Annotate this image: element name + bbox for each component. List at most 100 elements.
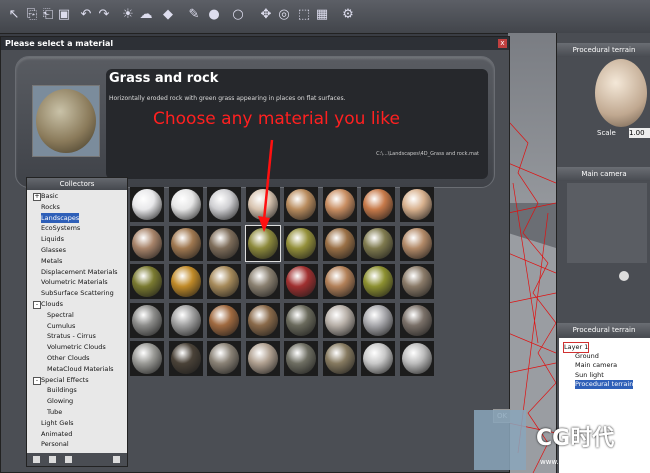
material-tile[interactable] — [168, 225, 203, 261]
collector-item[interactable]: Landscapes — [41, 212, 80, 223]
material-tile[interactable] — [361, 302, 395, 338]
paste-icon[interactable]: ⎗ — [40, 7, 56, 23]
material-tile[interactable] — [284, 264, 318, 299]
scene-tree-item[interactable]: Main camera — [575, 361, 617, 370]
color-icon[interactable]: ● — [206, 7, 222, 23]
collector-item[interactable]: Cumulus — [47, 321, 75, 331]
pan-icon[interactable]: ✥ — [258, 7, 274, 23]
collector-item[interactable]: Stratus - Cirrus — [47, 331, 96, 341]
material-tile[interactable] — [284, 187, 318, 222]
material-dialog: Please select a material x Grass and roc… — [0, 36, 511, 473]
material-tile[interactable] — [284, 302, 318, 338]
scene-tree-item[interactable]: Sun light — [575, 371, 604, 380]
collector-item[interactable]: Tube — [47, 407, 62, 417]
expander-icon[interactable]: - — [33, 301, 41, 309]
collector-item[interactable]: Metals — [41, 256, 62, 266]
collector-item[interactable]: EcoSystems — [41, 223, 80, 233]
collector-item[interactable]: Liquids — [41, 234, 64, 244]
zoom-icon[interactable]: ○ — [230, 7, 246, 23]
collector-item[interactable]: Displacement Materials — [41, 267, 118, 277]
material-tile[interactable] — [245, 341, 280, 376]
material-tile[interactable] — [130, 341, 164, 376]
collector-item[interactable]: Glowing — [47, 396, 73, 406]
material-tile[interactable] — [361, 341, 395, 376]
material-tile[interactable] — [399, 341, 434, 376]
collector-item[interactable]: Other Clouds — [47, 353, 89, 363]
material-tile[interactable] — [130, 302, 164, 338]
material-tile[interactable] — [399, 302, 434, 338]
material-tile[interactable] — [322, 341, 357, 376]
material-tile[interactable] — [284, 225, 318, 261]
collector-item[interactable]: Basic — [41, 191, 58, 201]
material-tile[interactable] — [244, 224, 281, 262]
collector-item[interactable]: Glasses — [41, 245, 66, 255]
main-toolbar: ↖ ⎘ ⎗ ▣ ↶ ↷ ☀ ☁ ◆ ✎ ● ○ ✥ ◎ ⬚ ▦ ⚙ — [0, 0, 650, 34]
collector-item[interactable]: Light Gels — [41, 418, 74, 428]
copy-icon[interactable]: ⎘ — [24, 7, 40, 23]
material-tile[interactable] — [168, 341, 203, 376]
object-icon[interactable]: ◆ — [160, 7, 176, 23]
collector-item[interactable]: Clouds — [41, 299, 63, 309]
material-tile[interactable] — [322, 264, 357, 299]
trash-icon[interactable] — [113, 456, 120, 463]
material-tile[interactable] — [207, 341, 241, 376]
collector-item[interactable]: Volumetric Clouds — [47, 342, 106, 352]
navigation-icon[interactable] — [619, 271, 629, 281]
material-tile[interactable] — [207, 225, 241, 261]
collector-item[interactable]: Volumetric Materials — [41, 277, 108, 287]
material-tile[interactable] — [361, 264, 395, 299]
expander-icon[interactable]: + — [33, 193, 41, 201]
collector-item[interactable]: SubSurface Scattering — [41, 288, 114, 298]
material-tile[interactable] — [322, 302, 357, 338]
material-tile[interactable] — [322, 187, 357, 222]
material-tile[interactable] — [399, 187, 434, 222]
redo-icon[interactable]: ↷ — [96, 7, 112, 23]
add-collector-icon[interactable] — [33, 456, 40, 463]
collector-item[interactable]: Rocks — [41, 202, 60, 212]
delete-collector-icon[interactable] — [49, 456, 56, 463]
collector-item[interactable]: Animated — [41, 429, 72, 439]
material-tile[interactable] — [130, 264, 164, 299]
expander-icon[interactable]: - — [33, 376, 41, 385]
material-tile[interactable] — [130, 225, 164, 261]
cloud-icon[interactable]: ☁ — [138, 7, 154, 23]
collector-item[interactable]: Personal — [41, 439, 69, 449]
right-panel: Procedural terrain Scale 1.00 Main camer… — [556, 33, 650, 473]
collector-item[interactable]: Special Effects — [41, 375, 89, 385]
material-tile[interactable] — [168, 187, 203, 222]
collector-item[interactable]: Buildings — [47, 385, 77, 395]
sky-icon[interactable]: ☀ — [120, 7, 136, 23]
material-tile[interactable] — [245, 187, 280, 222]
material-tile[interactable] — [284, 341, 318, 376]
material-tile[interactable] — [399, 264, 434, 299]
collector-item[interactable]: MetaCloud Materials — [47, 364, 114, 374]
folder-icon[interactable] — [65, 456, 72, 463]
material-tile[interactable] — [361, 225, 395, 261]
material-tile[interactable] — [245, 302, 280, 338]
3d-viewport[interactable] — [508, 33, 556, 473]
material-tile[interactable] — [130, 187, 164, 222]
scene-tree-item[interactable]: Procedural terrain — [575, 380, 634, 389]
material-tile[interactable] — [168, 302, 203, 338]
material-tile[interactable] — [361, 187, 395, 222]
grid-icon[interactable]: ▦ — [314, 7, 330, 23]
scale-field[interactable]: 1.00 — [629, 128, 650, 138]
material-tile[interactable] — [245, 264, 280, 299]
material-tile[interactable] — [322, 225, 357, 261]
thumbnail-sphere — [36, 89, 96, 153]
scene-tree-item[interactable]: Ground — [575, 352, 599, 361]
settings-icon[interactable]: ⚙ — [340, 7, 356, 23]
material-tile[interactable] — [168, 264, 203, 299]
orbit-icon[interactable]: ◎ — [276, 7, 292, 23]
render-icon[interactable]: ✎ — [186, 7, 202, 23]
material-tile[interactable] — [207, 187, 241, 222]
collector-item[interactable]: Spectral — [47, 310, 74, 320]
undo-icon[interactable]: ↶ — [78, 7, 94, 23]
select-icon[interactable]: ↖ — [6, 7, 22, 23]
material-tile[interactable] — [399, 225, 434, 261]
material-tile[interactable] — [207, 264, 241, 299]
save-icon[interactable]: ▣ — [56, 7, 72, 23]
material-tile[interactable] — [207, 302, 241, 338]
close-icon[interactable]: x — [498, 39, 507, 48]
frame-icon[interactable]: ⬚ — [296, 7, 312, 23]
